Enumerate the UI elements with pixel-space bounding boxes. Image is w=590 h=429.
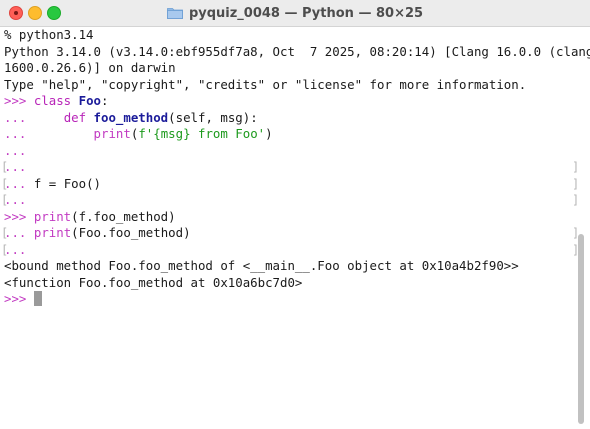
terminal-line: Type "help", "copyright", "credits" or "… — [4, 77, 574, 94]
terminal-text: >>> — [4, 93, 34, 108]
terminal-line: ... print(f'{msg} from Foo') — [4, 126, 574, 143]
terminal-text: >>> — [4, 291, 34, 306]
line-mark-left: [ — [1, 193, 9, 207]
terminal-text: def — [63, 109, 87, 125]
terminal-line: <bound method Foo.foo_method of <__main_… — [4, 258, 574, 275]
line-mark-left: [ — [1, 176, 9, 191]
line-mark-left: [ — [1, 160, 9, 174]
line-mark-right: ] — [572, 160, 580, 174]
terminal-text: ... — [4, 109, 64, 125]
window-title: pyquiz_0048 — Python — 80×25 — [188, 5, 424, 21]
terminal-line: Python 3.14.0 (v3.14.0:ebf955df7a8, Oct … — [4, 44, 590, 61]
terminal-line: >>> — [4, 291, 574, 308]
folder-icon — [167, 7, 183, 19]
terminal-text: ) — [265, 126, 273, 141]
terminal-text: >>> — [4, 208, 34, 224]
terminal-window: pyquiz_0048 — Python — 80×25 % python3.1… — [0, 0, 590, 429]
terminal-line: []... — [1, 242, 579, 259]
terminal-line: >>> class Foo: — [4, 93, 574, 110]
terminal-text: : — [101, 93, 109, 108]
terminal-output[interactable]: % python3.14 Python 3.14.0 (v3.14.0:ebf95… — [1, 27, 590, 427]
line-mark-left: [ — [1, 226, 9, 240]
terminal-line: []... print(Foo.foo_method) — [1, 225, 579, 242]
terminal-line: >>> print(f.foo_method) — [4, 209, 574, 226]
title-bar[interactable]: pyquiz_0048 — Python — 80×25 — [0, 0, 590, 27]
vertical-scrollbar[interactable] — [576, 234, 586, 424]
line-mark-right: ] — [572, 176, 580, 191]
terminal-line: []... — [1, 192, 579, 209]
terminal-line: % python3.14 — [4, 27, 574, 44]
terminal-text: print — [33, 208, 72, 224]
terminal-text: f = Foo() — [26, 175, 101, 191]
terminal-text: 1600.0.26.6)] on darwin — [4, 60, 176, 75]
terminal-text: <function Foo.foo_method at 0x10a6bc7d0> — [4, 274, 303, 290]
terminal-line: ... def foo_method(self, msg): — [4, 110, 574, 127]
terminal-text: (Foo.foo_method) — [71, 225, 191, 240]
terminal-text: Foo — [78, 93, 102, 108]
terminal-text: Type "help", "copyright", "credits" or "… — [4, 76, 527, 92]
terminal-text: % python3.14 — [4, 27, 94, 42]
terminal-text: Python 3.14.0 (v3.14.0:ebf955df7a8, Oct … — [4, 43, 590, 59]
terminal-text: (f.foo_method) — [71, 208, 176, 224]
terminal-text: print — [93, 126, 131, 141]
terminal-text: (self, msg): — [168, 109, 258, 125]
window-title-container: pyquiz_0048 — Python — 80×25 — [0, 0, 590, 26]
line-mark-left: [ — [1, 242, 9, 257]
terminal-line: ... — [4, 143, 574, 160]
terminal-text: ... — [4, 142, 27, 158]
terminal-line: <function Foo.foo_method at 0x10a6bc7d0> — [4, 275, 574, 292]
terminal-text: class — [33, 93, 72, 108]
terminal-line: []... — [1, 159, 579, 176]
terminal-line: []... f = Foo() — [1, 175, 579, 193]
terminal-line: 1600.0.26.6)] on darwin — [4, 60, 574, 77]
text-cursor — [33, 291, 42, 306]
terminal-text: print — [33, 225, 72, 240]
terminal-text: ... — [4, 126, 94, 141]
scrollbar-thumb[interactable] — [578, 234, 584, 424]
terminal-text: <bound method Foo.foo_method of <__main_… — [4, 258, 519, 273]
terminal-text: foo_method — [93, 109, 169, 125]
terminal-text: f'{msg} from Foo' — [138, 126, 266, 141]
line-mark-right: ] — [572, 193, 580, 207]
